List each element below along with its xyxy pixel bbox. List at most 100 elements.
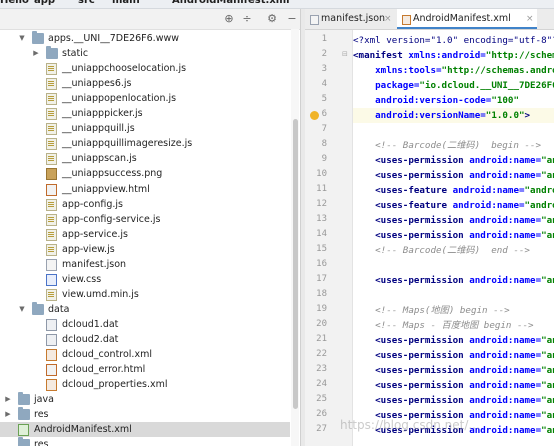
tree-row[interactable]: app-config.js bbox=[0, 197, 290, 212]
tree-row[interactable]: view.umd.min.js bbox=[0, 287, 290, 302]
code-token: <uses-permission bbox=[375, 230, 470, 241]
code-line: <uses-feature android:name="androi bbox=[353, 198, 554, 213]
tree-item-label: dcloud1.dat bbox=[62, 318, 119, 330]
chevron-right-icon[interactable]: ▶ bbox=[4, 407, 12, 422]
tree-row[interactable]: dcloud_error.html bbox=[0, 362, 290, 377]
chevron-right-icon[interactable]: ▶ bbox=[4, 392, 12, 407]
tree-row[interactable]: __uniappview.html bbox=[0, 182, 290, 197]
tree-row[interactable]: app-service.js bbox=[0, 227, 290, 242]
split-icon[interactable]: ÷ bbox=[240, 12, 254, 26]
breadcrumb-item-0[interactable]: Hello bbox=[0, 0, 29, 6]
tree-row[interactable]: dcloud_control.xml bbox=[0, 347, 290, 362]
tree-item-label: __uniappsuccess.png bbox=[62, 168, 163, 180]
fold-icon[interactable]: ⊟ bbox=[342, 50, 348, 58]
code-token: <uses-permission bbox=[375, 350, 470, 361]
tree-row[interactable]: res bbox=[0, 437, 290, 446]
tree-row[interactable]: ▶ static bbox=[0, 46, 290, 61]
editor-tab-androidmanifest-xml[interactable]: AndroidManifest.xml × bbox=[397, 9, 537, 29]
tree-row[interactable]: __uniappquillimageresize.js bbox=[0, 136, 290, 151]
close-icon[interactable]: × bbox=[526, 9, 534, 29]
code-token: "and bbox=[541, 170, 554, 181]
code-token: android:name= bbox=[469, 170, 542, 181]
chevron-down-icon[interactable]: ▼ bbox=[18, 31, 26, 46]
breadcrumb-item-4[interactable]: AndroidManifest.xml bbox=[172, 0, 290, 6]
code-token: package= bbox=[375, 80, 420, 91]
xml-file-icon bbox=[46, 349, 57, 362]
tree-row[interactable]: __uniappquill.js bbox=[0, 121, 290, 136]
project-tree-scroll-thumb[interactable] bbox=[293, 119, 298, 409]
code-token: android:name= bbox=[469, 215, 542, 226]
close-icon[interactable]: × bbox=[384, 9, 392, 29]
folder-icon bbox=[46, 46, 58, 60]
editor-tab-manifest-json[interactable]: manifest.json × bbox=[305, 9, 395, 29]
tree-row[interactable]: dcloud2.dat bbox=[0, 332, 290, 347]
code-token: "and bbox=[541, 215, 554, 226]
tree-row[interactable]: __uniapppicker.js bbox=[0, 106, 290, 121]
tree-row[interactable]: dcloud1.dat bbox=[0, 317, 290, 332]
code-token: <uses-permission bbox=[375, 275, 470, 286]
line-number: 26 bbox=[316, 409, 327, 419]
code-token: <?xml version="1.0" encoding="utf-8"?> bbox=[353, 35, 554, 46]
tree-item-label: dcloud2.dat bbox=[62, 334, 119, 345]
code-token: "and bbox=[541, 335, 554, 346]
code-area[interactable]: <?xml version="1.0" encoding="utf-8"?> <m… bbox=[353, 30, 554, 446]
lightbulb-icon[interactable] bbox=[310, 111, 319, 120]
tree-row[interactable]: __uniappchooselocation.js bbox=[0, 61, 290, 76]
breadcrumb-item-2[interactable]: src bbox=[78, 0, 95, 6]
tree-row[interactable]: ▼ data bbox=[0, 301, 290, 317]
tree-row[interactable]: ▶ res bbox=[0, 407, 290, 422]
code-token: "http://schemas bbox=[485, 50, 554, 61]
tree-row[interactable]: view.css bbox=[0, 272, 290, 287]
line-number: 10 bbox=[316, 169, 327, 179]
tree-item-label: app-config.js bbox=[62, 198, 123, 210]
tree-row[interactable]: __uniappsuccess.png bbox=[0, 166, 290, 181]
line-number: 7 bbox=[321, 124, 327, 134]
breadcrumb-item-1[interactable]: app bbox=[34, 0, 55, 6]
line-number: 17 bbox=[316, 274, 327, 284]
crosshair-icon[interactable]: ⊕ bbox=[222, 12, 236, 26]
tree-row[interactable]: __uniappscan.js bbox=[0, 151, 290, 166]
line-number: 9 bbox=[321, 154, 327, 164]
code-token: "http://schemas.androi bbox=[441, 65, 554, 76]
code-token: "and bbox=[541, 365, 554, 376]
tree-row[interactable]: ▼ apps.__UNI__7DE26F6.www bbox=[0, 31, 290, 46]
js-file-icon bbox=[46, 153, 57, 166]
tree-item-label: view.umd.min.js bbox=[62, 288, 139, 300]
code-line: <uses-permission android:name="and bbox=[353, 393, 554, 408]
tree-item-label: data bbox=[48, 303, 70, 315]
tree-row[interactable]: __uniappes6.js bbox=[0, 76, 290, 91]
tree-row[interactable]: AndroidManifest.xml bbox=[0, 422, 290, 438]
chevron-right-icon[interactable]: ▶ bbox=[32, 46, 40, 61]
code-token: <uses-permission bbox=[375, 395, 470, 406]
code-token: <uses-permission bbox=[375, 215, 470, 226]
tree-item-label: __uniappopenlocation.js bbox=[62, 93, 177, 105]
tree-row[interactable]: app-view.js bbox=[0, 242, 290, 257]
tree-item-label: dcloud_control.xml bbox=[62, 349, 152, 361]
tree-row[interactable]: dcloud_properties.xml bbox=[0, 377, 290, 392]
tree-row[interactable]: __uniappopenlocation.js bbox=[0, 91, 290, 106]
code-token: xmlns:android= bbox=[408, 50, 486, 61]
code-line: <uses-permission android:name="and bbox=[353, 273, 554, 288]
code-token: "and bbox=[541, 425, 554, 436]
tree-row[interactable]: ▶ java bbox=[0, 392, 290, 407]
tab-label: AndroidManifest.xml bbox=[413, 13, 511, 24]
gear-icon[interactable]: ⚙ bbox=[265, 12, 279, 26]
breadcrumb-item-3[interactable]: main bbox=[112, 0, 140, 6]
code-token: android:name= bbox=[469, 380, 542, 391]
tree-row[interactable]: manifest.json bbox=[0, 257, 290, 272]
minimize-icon[interactable]: − bbox=[285, 12, 299, 26]
chevron-down-icon[interactable]: ▼ bbox=[18, 302, 26, 317]
tree-row[interactable]: app-config-service.js bbox=[0, 212, 290, 227]
project-panel: ⊕ ÷ ⚙ − ▼ apps.__UNI__7DE26F6.www ▶ static __un… bbox=[0, 9, 300, 446]
tree-item-label: apps.__UNI__7DE26F6.www bbox=[48, 33, 180, 44]
tree-item-label: java bbox=[34, 394, 54, 406]
xml-file-icon bbox=[46, 379, 57, 392]
